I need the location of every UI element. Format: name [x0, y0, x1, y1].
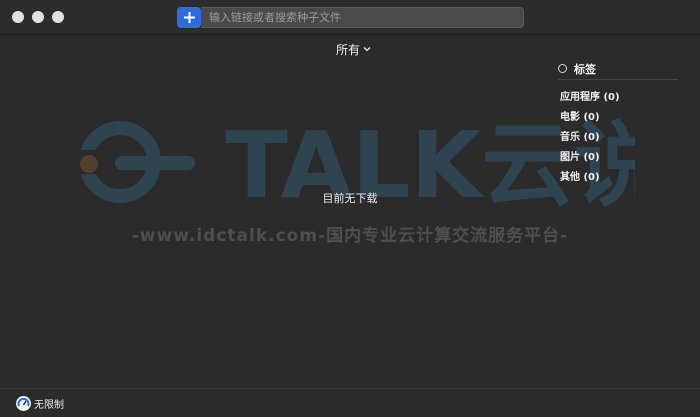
tag-item-other[interactable]: 其他 (0) [558, 168, 678, 188]
minimize-window-button[interactable] [32, 11, 44, 23]
speed-limit-label: 无限制 [34, 400, 64, 411]
tag-item-applications[interactable]: 应用程序 (0) [558, 88, 678, 108]
watermark-text: -www.idctalk.com-国内专业云计算交流服务平台- [131, 226, 569, 246]
tag-list: 应用程序 (0) 电影 (0) 音乐 (0) 图片 (0) 其他 (0) [558, 88, 678, 188]
tags-header-label: 标签 [574, 62, 596, 76]
close-window-button[interactable] [12, 11, 24, 23]
speedometer-icon [16, 396, 31, 411]
title-bar [0, 0, 700, 35]
add-download-button[interactable] [177, 7, 201, 28]
tag-item-music[interactable]: 音乐 (0) [558, 128, 678, 148]
tag-item-pictures[interactable]: 图片 (0) [558, 148, 678, 168]
filter-selected-label: 所有 [336, 42, 361, 57]
tags-panel: 标签 应用程序 (0) 电影 (0) 音乐 (0) 图片 (0) 其他 (0) [558, 60, 678, 188]
category-filter-dropdown[interactable]: 所有 [336, 40, 371, 58]
app-window: 所有 TALK云说 -www.idctalk.com-国内专业云计算交流服务平台… [0, 0, 700, 417]
window-controls [12, 11, 64, 23]
status-bar: 无限制 [0, 388, 700, 417]
speed-limit-button[interactable]: 无限制 [16, 396, 64, 411]
empty-state-message: 目前无下载 [322, 192, 378, 205]
zoom-window-button[interactable] [52, 11, 64, 23]
radio-icon[interactable] [558, 64, 567, 73]
tag-item-movies[interactable]: 电影 (0) [558, 108, 678, 128]
chevron-down-icon [363, 47, 371, 52]
plus-icon [183, 12, 195, 23]
search-input[interactable] [201, 7, 524, 28]
tags-header[interactable]: 标签 [558, 60, 678, 80]
